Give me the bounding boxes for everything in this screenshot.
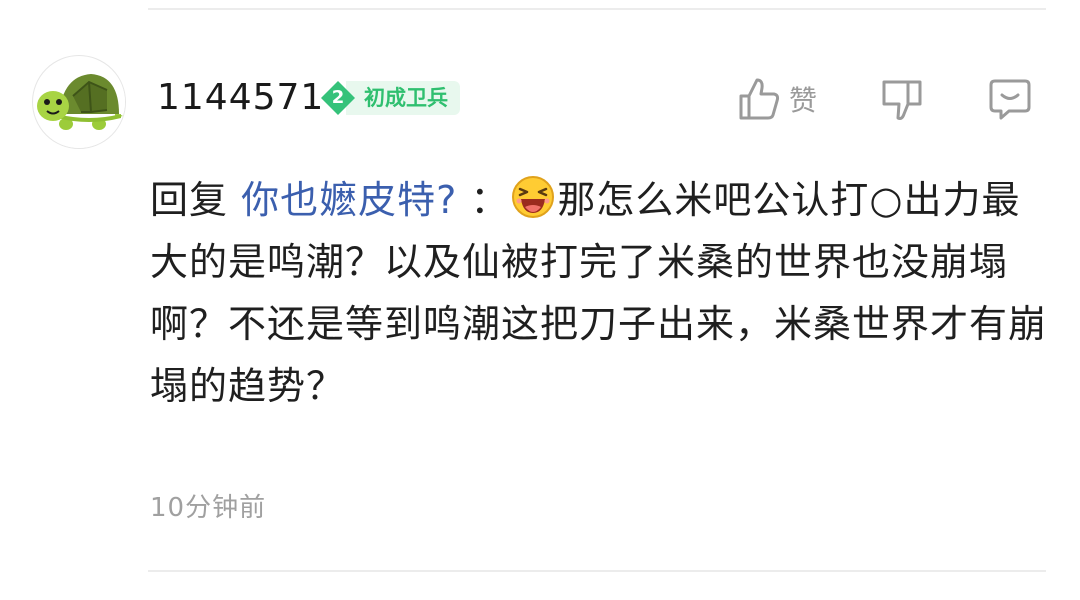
comment-time: 10分钟前 [150,493,267,523]
reply-button[interactable] [987,74,1033,124]
laughing-emoji-icon [511,175,555,219]
author-name[interactable]: 1144571 [157,78,324,118]
comment-content: 回复 你也嬷皮特? ：那怎么米吧公认打○出力最大的是鸣潮？以及仙被打完了米桑的世… [150,169,1050,417]
level-number: 2 [320,80,356,116]
divider [148,570,1046,572]
reply-separator: ： [457,178,510,222]
turtle-icon [34,57,125,148]
reply-prefix: 回复 [150,178,229,222]
level-value: 2 [331,87,345,108]
level-badge: 2 初成卫兵 [320,80,460,116]
divider [148,8,1046,10]
avatar[interactable] [32,55,126,149]
like-label: 赞 [789,84,818,117]
level-title: 初成卫兵 [346,81,460,115]
like-button[interactable]: 赞 [737,74,817,124]
reply-target-link[interactable]: 你也嬷皮特? [241,178,457,222]
thumbs-down-icon [882,80,922,120]
comment-item: 1144571 2 初成卫兵 赞 回复 你也嬷皮特? ： 那怎么米吧公认打○出力… [0,0,1080,600]
dislike-button[interactable] [880,74,924,124]
comment-bubble-icon [989,79,1031,120]
thumbs-up-icon [739,78,780,120]
